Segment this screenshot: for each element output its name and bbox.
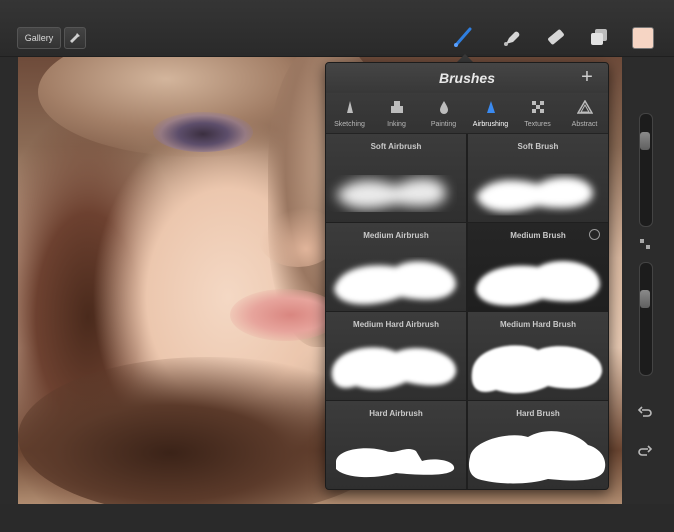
- modify-button[interactable]: [636, 238, 654, 256]
- category-label: Airbrushing: [472, 121, 509, 128]
- category-label: Inking: [387, 121, 406, 128]
- airbrush-icon: [486, 101, 495, 113]
- stroke-preview: [336, 448, 455, 478]
- brush-name: Soft Brush: [517, 142, 559, 151]
- painting-eye: [153, 112, 253, 152]
- brush-hard-brush[interactable]: Hard Brush: [468, 401, 608, 489]
- brush-name: Hard Brush: [516, 409, 560, 418]
- drop-icon: [439, 101, 448, 114]
- brush-categories: Sketching Inking Painting Airbrushing Te…: [326, 93, 608, 161]
- brush-medium-hard-brush[interactable]: Medium Hard Brush: [468, 312, 608, 400]
- category-painting[interactable]: Painting: [420, 93, 467, 133]
- brush-name: Hard Airbrush: [369, 409, 423, 418]
- brush-name: Medium Hard Airbrush: [353, 320, 439, 329]
- brush-medium-brush[interactable]: Medium Brush: [468, 223, 608, 311]
- smudge-icon: [504, 31, 520, 46]
- actions-button[interactable]: [64, 27, 86, 49]
- category-textures[interactable]: Textures: [514, 93, 561, 133]
- layers-tool[interactable]: [586, 24, 612, 50]
- stroke-preview: [468, 431, 606, 484]
- eraser-tool[interactable]: [543, 24, 569, 50]
- modify-icon: [640, 239, 650, 249]
- brush-soft-airbrush[interactable]: Soft Airbrush: [326, 134, 466, 222]
- color-swatch[interactable]: [632, 27, 654, 49]
- brushes-popover: Brushes + Sketching Inking Painting Airb…: [325, 62, 609, 490]
- brush-grid: Soft Airbrush Soft Brush Medium Airbrush…: [326, 134, 608, 489]
- category-label: Painting: [430, 121, 457, 128]
- undo-icon: [637, 406, 652, 417]
- stroke-preview: [334, 261, 456, 305]
- reset-icon[interactable]: [589, 229, 600, 240]
- category-label: Textures: [524, 121, 551, 128]
- top-toolbar: Gallery: [0, 0, 674, 57]
- brush-size-thumb[interactable]: [640, 132, 650, 150]
- brush-name: Soft Airbrush: [370, 142, 422, 151]
- category-sketching[interactable]: Sketching: [326, 93, 373, 133]
- add-brush-button[interactable]: +: [576, 66, 598, 88]
- stroke-preview: [476, 261, 600, 306]
- smudge-tool[interactable]: [498, 24, 524, 50]
- brush-size-slider[interactable]: [639, 113, 653, 227]
- bottom-bar: [0, 504, 674, 532]
- stroke-preview: [476, 177, 593, 212]
- popover-header: Brushes +: [326, 63, 608, 94]
- brush-tool[interactable]: [450, 24, 476, 50]
- stroke-preview: [471, 345, 603, 394]
- pencil-icon: [346, 101, 353, 113]
- wrench-icon: [70, 33, 80, 43]
- brush-hard-airbrush[interactable]: Hard Airbrush: [326, 401, 466, 489]
- brush-icon: [454, 27, 472, 47]
- category-airbrushing[interactable]: Airbrushing: [467, 93, 514, 133]
- abstract-icon: [576, 100, 593, 114]
- brush-medium-hard-airbrush[interactable]: Medium Hard Airbrush: [326, 312, 466, 400]
- gallery-button[interactable]: Gallery: [17, 27, 61, 49]
- category-abstract[interactable]: Abstract: [561, 93, 608, 133]
- category-label: Sketching: [334, 121, 365, 128]
- brush-medium-airbrush[interactable]: Medium Airbrush: [326, 223, 466, 311]
- ink-icon: [390, 101, 403, 113]
- redo-button[interactable]: [636, 444, 654, 462]
- layers-icon: [591, 29, 607, 45]
- brush-name: Medium Brush: [510, 231, 566, 240]
- undo-button[interactable]: [636, 405, 654, 423]
- category-inking[interactable]: Inking: [373, 93, 420, 133]
- redo-icon: [638, 445, 653, 456]
- opacity-slider[interactable]: [639, 262, 653, 376]
- opacity-thumb[interactable]: [640, 290, 650, 308]
- stroke-preview: [336, 178, 446, 209]
- brush-name: Medium Airbrush: [363, 231, 429, 240]
- painting-lips: [230, 289, 340, 341]
- popover-title: Brushes: [438, 70, 496, 86]
- texture-icon: [531, 101, 544, 113]
- eraser-icon: [548, 29, 564, 45]
- brush-name: Medium Hard Brush: [499, 320, 576, 329]
- brush-soft-brush[interactable]: Soft Brush: [468, 134, 608, 222]
- stroke-preview: [331, 347, 457, 390]
- category-label: Abstract: [571, 121, 598, 128]
